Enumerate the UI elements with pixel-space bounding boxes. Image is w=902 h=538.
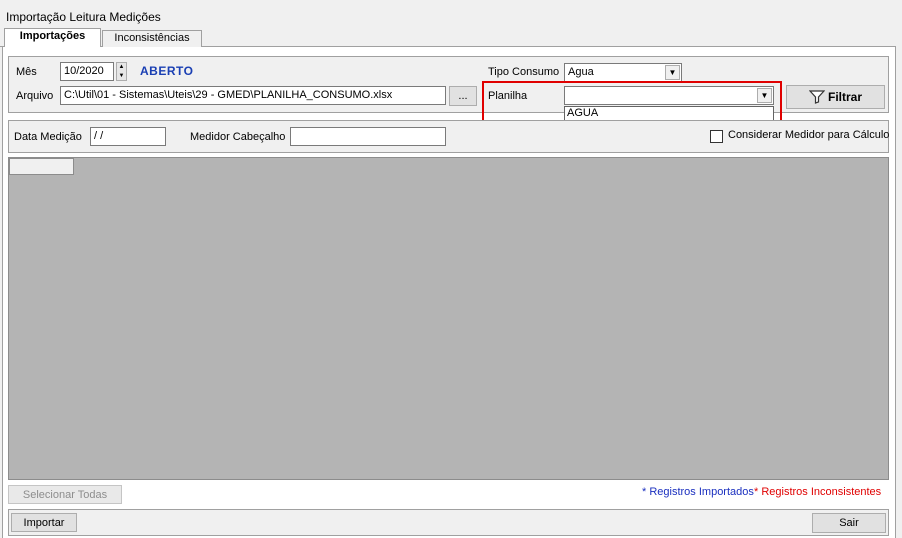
data-grid[interactable] [8,157,889,480]
tipo-consumo-label: Tipo Consumo [488,66,560,78]
filtrar-button[interactable]: Filtrar [786,85,885,109]
importar-button[interactable]: Importar [11,513,77,532]
filter-icon [808,90,825,104]
data-medicao-label: Data Medição [14,131,82,143]
chevron-down-icon[interactable]: ▼ [757,88,772,103]
considerar-label: Considerar Medidor para Cálculo [728,129,890,141]
chevron-down-icon[interactable]: ▼ [665,65,680,80]
arquivo-field[interactable]: C:\Util\01 - Sistemas\Uteis\29 - GMED\PL… [60,86,446,105]
grid-corner-header[interactable] [9,158,74,175]
tab-inconsistencias[interactable]: Inconsistências [102,30,202,47]
status-label: ABERTO [140,64,194,78]
sair-button[interactable]: Sair [812,513,886,533]
filtrar-label: Filtrar [827,90,862,104]
arquivo-label: Arquivo [16,90,54,102]
action-bar [8,509,889,536]
browse-button[interactable]: ... [449,86,477,106]
medidor-cabecalho-field[interactable] [290,127,446,146]
tab-importacoes[interactable]: Importações [4,28,101,48]
tipo-consumo-value: Agua [568,66,594,78]
mes-field[interactable]: 10/2020 [60,62,114,81]
considerar-checkbox[interactable] [710,130,723,143]
spin-up-icon[interactable]: ▲ [119,64,125,70]
legend-imported: * Registros Importados [642,486,754,498]
legend-inconsistent: * Registros Inconsistentes [754,486,882,498]
mes-spin-button[interactable]: ▲ ▼ [116,62,127,81]
data-medicao-field[interactable]: / / [90,127,166,146]
medidor-cabecalho-label: Medidor Cabeçalho [190,131,286,143]
planilha-select[interactable]: ▼ [564,86,774,105]
tipo-consumo-select[interactable]: Agua ▼ [564,63,682,82]
planilha-option[interactable]: AGUA [567,107,773,119]
window-title: Importação Leitura Medições [0,0,902,28]
planilha-dropdown-list: AGUA [564,106,774,121]
planilha-label: Planilha [488,90,528,102]
mes-label: Mês [16,66,37,78]
spin-down-icon[interactable]: ▼ [119,73,125,79]
selecionar-todas-button[interactable]: Selecionar Todas [8,485,122,504]
